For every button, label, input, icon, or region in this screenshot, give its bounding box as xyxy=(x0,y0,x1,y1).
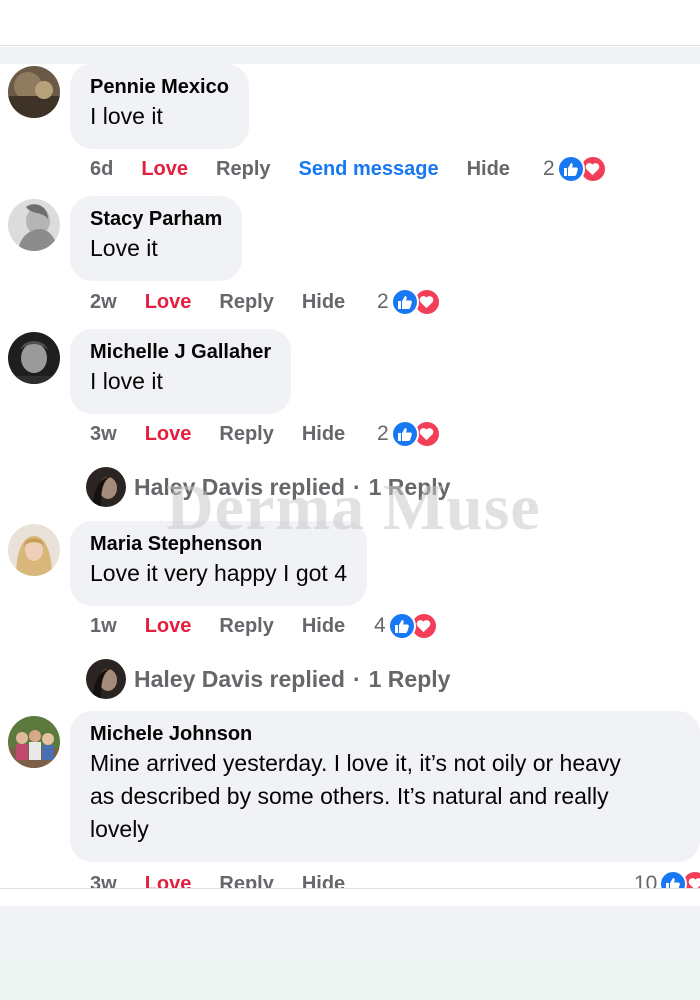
comment-bubble: Stacy Parham Love it xyxy=(70,196,243,281)
like-icon xyxy=(390,288,419,316)
comment-time[interactable]: 1w xyxy=(90,615,117,638)
separator: · xyxy=(352,665,361,692)
reply-avatar xyxy=(86,467,126,507)
hide-button[interactable]: Hide xyxy=(302,423,345,446)
reply-button[interactable]: Reply xyxy=(219,423,273,446)
reply-author: Haley Davis xyxy=(134,665,264,692)
hide-button[interactable]: Hide xyxy=(302,873,345,889)
comment-actions: 3w Love Reply Hide xyxy=(90,419,373,449)
comment-text: Love it xyxy=(90,235,158,261)
comment-bubble: Michele Johnson Mine arrived yesterday. … xyxy=(70,711,700,862)
avatar[interactable] xyxy=(8,716,60,768)
bottom-band xyxy=(0,962,700,1000)
comment-time[interactable]: 2w xyxy=(90,291,117,314)
reaction-count: 2 xyxy=(377,290,389,313)
like-icon xyxy=(387,612,416,640)
reply-avatar xyxy=(86,659,126,699)
comment-author[interactable]: Pennie Mexico xyxy=(90,75,229,99)
top-bar xyxy=(0,0,700,46)
comment-text-line: Mine arrived yesterday. I love it, it’s … xyxy=(90,750,621,776)
love-button[interactable]: Love xyxy=(145,423,192,446)
comment-bubble: Pennie Mexico I love it xyxy=(70,64,249,149)
comment-text-line: lovely xyxy=(90,816,149,842)
comment-text: I love it xyxy=(90,368,163,394)
comment-text: I love it xyxy=(90,103,163,129)
reaction-count: 10 xyxy=(634,872,658,888)
reply-author: Haley Davis xyxy=(134,473,264,500)
view-replies-link[interactable]: Haley Davis replied · 1 Reply xyxy=(86,467,450,507)
avatar[interactable] xyxy=(8,524,60,576)
reaction-summary[interactable]: 4 xyxy=(374,611,438,641)
comment-author[interactable]: Michelle J Gallaher xyxy=(90,340,271,364)
reply-verb: replied xyxy=(269,473,345,500)
reaction-summary[interactable]: 2 xyxy=(543,154,607,184)
divider xyxy=(0,888,700,889)
comment-author[interactable]: Stacy Parham xyxy=(90,207,222,231)
avatar[interactable] xyxy=(8,199,60,251)
comment-author[interactable]: Michele Johnson xyxy=(90,722,680,746)
comment-bubble: Maria Stephenson Love it very happy I go… xyxy=(70,521,367,606)
comment-time[interactable]: 3w xyxy=(90,423,117,446)
reply-button[interactable]: Reply xyxy=(219,615,273,638)
reaction-summary[interactable]: 2 xyxy=(377,419,441,449)
reply-count: 1 Reply xyxy=(368,665,451,692)
send-message-button[interactable]: Send message xyxy=(299,158,439,181)
reaction-summary[interactable]: 2 xyxy=(377,287,441,317)
reaction-count: 2 xyxy=(543,157,555,180)
view-replies-link[interactable]: Haley Davis replied · 1 Reply xyxy=(86,659,450,699)
like-icon xyxy=(390,420,419,448)
avatar[interactable] xyxy=(8,332,60,384)
love-button[interactable]: Love xyxy=(145,615,192,638)
comment-text: Love it very happy I got 4 xyxy=(90,560,347,586)
comment-text-line: as described by some others. It’s natura… xyxy=(90,783,609,809)
comment-author[interactable]: Maria Stephenson xyxy=(90,532,347,556)
hide-button[interactable]: Hide xyxy=(467,158,510,181)
comment-bubble: Michelle J Gallaher I love it xyxy=(70,329,292,414)
reply-count: 1 Reply xyxy=(368,473,451,500)
separator: · xyxy=(352,473,361,500)
comment-actions: 3w Love Reply Hide xyxy=(90,869,373,889)
love-button[interactable]: Love xyxy=(141,158,188,181)
like-icon xyxy=(556,155,585,183)
love-button[interactable]: Love xyxy=(145,291,192,314)
love-button[interactable]: Love xyxy=(145,873,192,889)
comment-actions: 2w Love Reply Hide xyxy=(90,287,373,317)
hide-button[interactable]: Hide xyxy=(302,291,345,314)
like-icon xyxy=(659,870,688,888)
section-divider xyxy=(0,47,700,64)
reply-button[interactable]: Reply xyxy=(219,291,273,314)
comment-time[interactable]: 6d xyxy=(90,158,113,181)
reply-verb: replied xyxy=(269,665,345,692)
bottom-panel xyxy=(0,906,700,962)
comments-list: Pennie Mexico I love it 6d Love Reply Se… xyxy=(0,64,700,888)
reaction-summary[interactable]: 10 xyxy=(634,869,700,888)
reply-button[interactable]: Reply xyxy=(216,158,270,181)
comment-actions: 1w Love Reply Hide xyxy=(90,611,373,641)
hide-button[interactable]: Hide xyxy=(302,615,345,638)
comment-actions: 6d Love Reply Send message Hide xyxy=(90,154,538,184)
avatar[interactable] xyxy=(8,66,60,118)
comment-time[interactable]: 3w xyxy=(90,873,117,889)
reply-button[interactable]: Reply xyxy=(219,873,273,889)
reaction-count: 2 xyxy=(377,422,389,445)
reaction-count: 4 xyxy=(374,614,386,637)
